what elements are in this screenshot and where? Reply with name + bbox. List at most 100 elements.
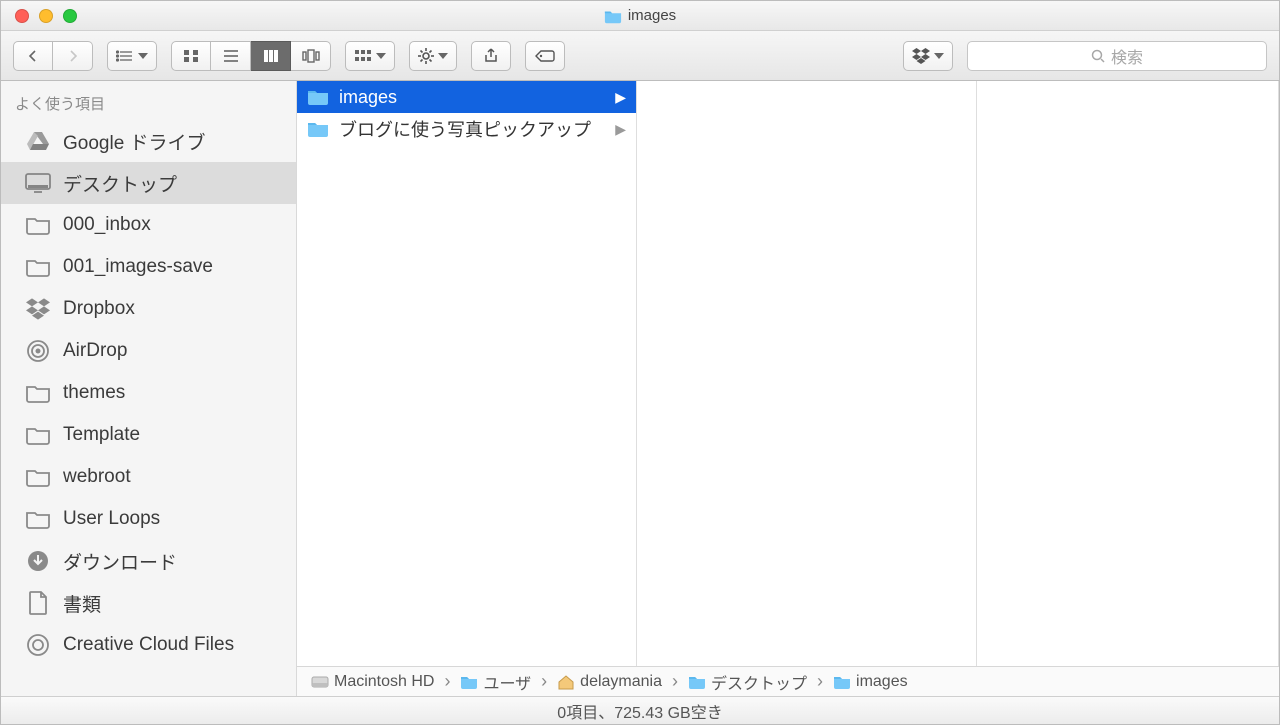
back-button[interactable] bbox=[13, 41, 53, 71]
column-1[interactable]: images ▶ ブログに使う写真ピックアップ ▶ bbox=[297, 81, 637, 696]
sidebar-section-title: よく使う項目 bbox=[1, 89, 296, 120]
sidebar-item-4[interactable]: Dropbox bbox=[1, 288, 296, 330]
share-icon bbox=[484, 48, 498, 64]
zoom-button[interactable] bbox=[63, 9, 77, 23]
sidebar-item-9[interactable]: User Loops bbox=[1, 498, 296, 540]
cc-icon bbox=[25, 632, 51, 658]
folder-blue-icon bbox=[833, 674, 851, 690]
sidebar-item-label: Template bbox=[63, 424, 140, 446]
sidebar-item-1[interactable]: デスクトップ bbox=[1, 162, 296, 204]
dropbox-icon bbox=[25, 296, 51, 322]
share-button[interactable] bbox=[471, 41, 511, 71]
gear-icon bbox=[418, 48, 434, 64]
path-label: delaymania bbox=[580, 673, 662, 691]
chevron-right-icon: ▶ bbox=[607, 89, 626, 106]
path-separator bbox=[537, 671, 551, 692]
chevron-down-icon bbox=[138, 53, 148, 59]
sidebar-item-label: 書類 bbox=[63, 590, 101, 617]
list-view-button[interactable] bbox=[211, 41, 251, 71]
sidebar-item-label: Dropbox bbox=[63, 298, 135, 320]
sidebar-item-label: Creative Cloud Files bbox=[63, 634, 234, 656]
folder-icon bbox=[25, 506, 51, 532]
icon-view-button[interactable] bbox=[171, 41, 211, 71]
path-segment[interactable]: delaymania bbox=[557, 673, 662, 691]
sidebar-item-label: 000_inbox bbox=[63, 214, 151, 236]
column-item[interactable]: images ▶ bbox=[297, 81, 636, 113]
close-button[interactable] bbox=[15, 9, 29, 23]
forward-button[interactable] bbox=[53, 41, 93, 71]
sidebar-item-label: webroot bbox=[63, 466, 131, 488]
path-label: ユーザ bbox=[483, 670, 531, 694]
sidebar-item-label: ダウンロード bbox=[63, 548, 177, 575]
path-separator bbox=[440, 671, 454, 692]
toolbar: 検索 bbox=[1, 31, 1279, 81]
gdrive-icon bbox=[25, 128, 51, 154]
chevron-down-icon bbox=[376, 53, 386, 59]
folder-blue-icon bbox=[688, 674, 706, 690]
sidebar-item-label: themes bbox=[63, 382, 125, 404]
folder-blue-icon bbox=[460, 674, 478, 690]
status-bar: 0項目、725.43 GB空き bbox=[1, 696, 1279, 724]
document-icon bbox=[25, 590, 51, 616]
minimize-button[interactable] bbox=[39, 9, 53, 23]
status-text: 0項目、725.43 GB空き bbox=[557, 699, 722, 723]
sidebar-item-label: Google ドライブ bbox=[63, 128, 206, 155]
path-segment[interactable]: ユーザ bbox=[460, 670, 531, 694]
folder-icon bbox=[25, 380, 51, 406]
column-3[interactable] bbox=[977, 81, 1279, 696]
path-label: Macintosh HD bbox=[334, 673, 434, 691]
chevron-right-icon: ▶ bbox=[607, 121, 626, 138]
sidebar-item-3[interactable]: 001_images-save bbox=[1, 246, 296, 288]
path-label: images bbox=[856, 673, 908, 691]
path-segment[interactable]: Macintosh HD bbox=[311, 673, 434, 691]
column-2[interactable] bbox=[637, 81, 977, 696]
folder-icon bbox=[25, 212, 51, 238]
dropbox-icon bbox=[912, 48, 930, 64]
airdrop-icon bbox=[25, 338, 51, 364]
sidebar-item-2[interactable]: 000_inbox bbox=[1, 204, 296, 246]
path-bar: Macintosh HD ユーザ delaymania デスクトップ images bbox=[297, 666, 1279, 696]
gallery-view-button[interactable] bbox=[291, 41, 331, 71]
sidebar-item-6[interactable]: themes bbox=[1, 372, 296, 414]
sidebar: よく使う項目 Google ドライブデスクトップ 000_inbox 001_ima… bbox=[1, 81, 297, 696]
arrange-dropdown[interactable] bbox=[345, 41, 395, 71]
desktop-icon bbox=[25, 170, 51, 196]
finder-window: images bbox=[0, 0, 1280, 725]
column-view-button[interactable] bbox=[251, 41, 291, 71]
path-separator bbox=[668, 671, 682, 692]
sidebar-item-0[interactable]: Google ドライブ bbox=[1, 120, 296, 162]
download-icon bbox=[25, 548, 51, 574]
sidebar-item-12[interactable]: Creative Cloud Files bbox=[1, 624, 296, 666]
sidebar-item-7[interactable]: Template bbox=[1, 414, 296, 456]
item-label: images bbox=[339, 87, 397, 108]
path-segment[interactable]: デスクトップ bbox=[688, 670, 807, 694]
titlebar: images bbox=[1, 1, 1279, 31]
sidebar-item-10[interactable]: ダウンロード bbox=[1, 540, 296, 582]
sidebar-item-5[interactable]: AirDrop bbox=[1, 330, 296, 372]
list-icon bbox=[116, 50, 134, 62]
nav-segment bbox=[13, 41, 93, 71]
dropbox-toolbar-button[interactable] bbox=[903, 41, 953, 71]
chevron-down-icon bbox=[934, 53, 944, 59]
tags-button[interactable] bbox=[525, 41, 565, 71]
sidebar-item-8[interactable]: webroot bbox=[1, 456, 296, 498]
sidebar-item-11[interactable]: 書類 bbox=[1, 582, 296, 624]
folder-icon bbox=[25, 422, 51, 448]
sidebar-item-label: 001_images-save bbox=[63, 256, 213, 278]
sidebar-item-label: AirDrop bbox=[63, 340, 127, 362]
column-item[interactable]: ブログに使う写真ピックアップ ▶ bbox=[297, 113, 636, 145]
view-options-dropdown[interactable] bbox=[107, 41, 157, 71]
sidebar-item-label: デスクトップ bbox=[63, 170, 177, 197]
grid-icon bbox=[354, 49, 372, 63]
traffic-lights bbox=[1, 9, 77, 23]
item-label: ブログに使う写真ピックアップ bbox=[339, 116, 591, 142]
folder-icon bbox=[25, 254, 51, 280]
path-separator bbox=[813, 671, 827, 692]
path-segment[interactable]: images bbox=[833, 673, 908, 691]
search-field[interactable]: 検索 bbox=[967, 41, 1267, 71]
action-dropdown[interactable] bbox=[409, 41, 457, 71]
path-label: デスクトップ bbox=[711, 670, 807, 694]
disk-icon bbox=[311, 674, 329, 690]
search-placeholder: 検索 bbox=[1111, 44, 1143, 68]
chevron-down-icon bbox=[438, 53, 448, 59]
